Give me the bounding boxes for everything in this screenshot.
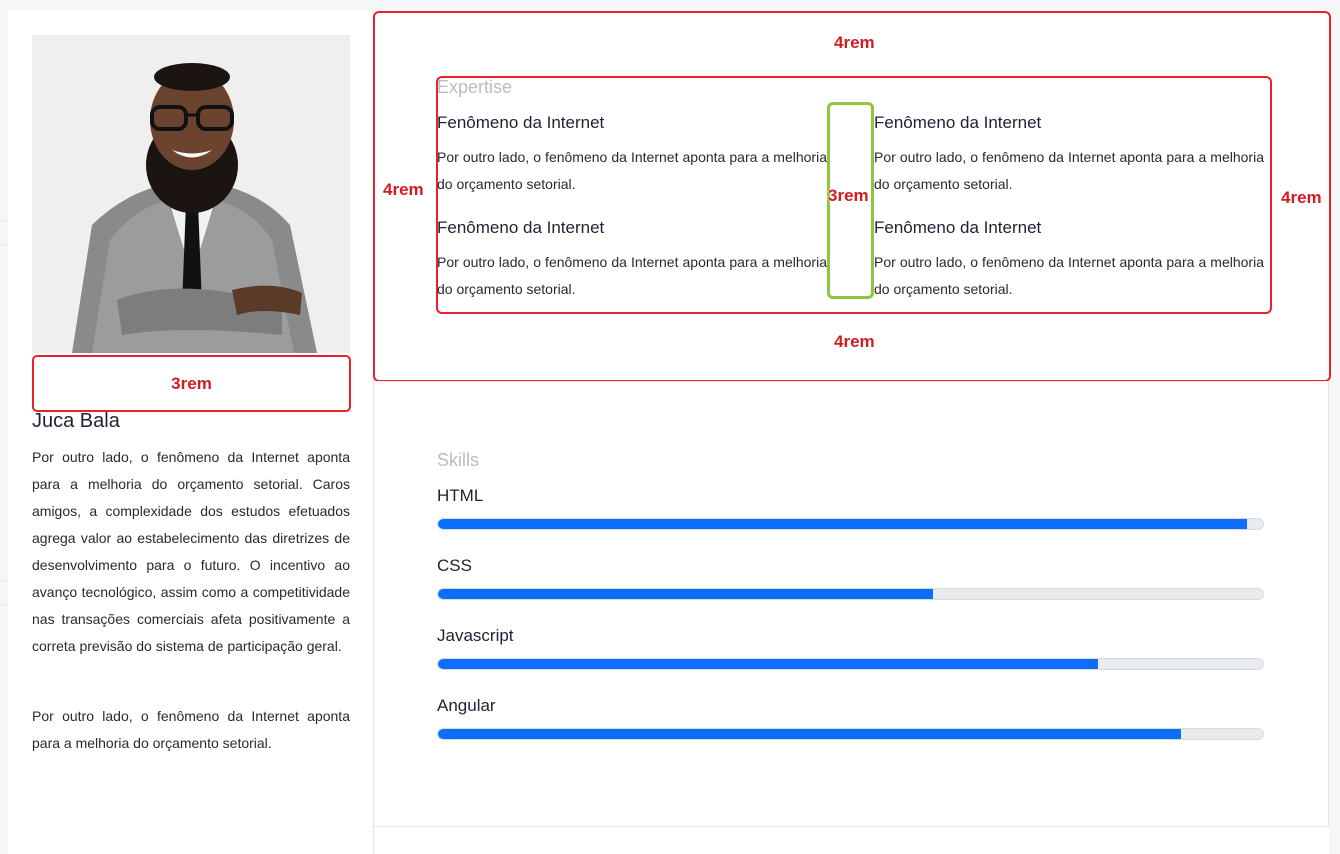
skill-progress-bar bbox=[437, 518, 1264, 530]
skill-progress-bar bbox=[437, 588, 1264, 600]
skill-progress-fill bbox=[438, 519, 1247, 529]
profile-name: Juca Bala bbox=[32, 410, 120, 432]
padding-bottom-label: 4rem bbox=[834, 332, 875, 351]
expertise-item-text: Por outro lado, o fenômeno da Internet a… bbox=[874, 254, 1264, 297]
expertise-item: Fenômeno da Internet Por outro lado, o f… bbox=[437, 113, 827, 198]
skills-section bbox=[374, 381, 1329, 827]
expertise-item: Fenômeno da Internet Por outro lado, o f… bbox=[437, 218, 827, 303]
photo-gap-label: 3rem bbox=[171, 373, 212, 393]
photo-gap-annotation: 3rem bbox=[32, 355, 351, 412]
expertise-item-heading: Fenômeno da Internet bbox=[437, 218, 605, 237]
expertise-item-text: Por outro lado, o fenômeno da Internet a… bbox=[437, 149, 827, 192]
expertise-item: Fenômeno da Internet Por outro lado, o f… bbox=[874, 113, 1264, 198]
skill-label: Angular bbox=[437, 696, 496, 715]
skills-title: Skills bbox=[437, 450, 480, 470]
skill-label: CSS bbox=[437, 556, 472, 575]
padding-left-label: 4rem bbox=[383, 180, 424, 199]
skill-progress-fill bbox=[438, 729, 1181, 739]
expertise-item: Fenômeno da Internet Por outro lado, o f… bbox=[874, 218, 1264, 303]
skill-label: HTML bbox=[437, 486, 484, 505]
profile-bio-paragraph: Por outro lado, o fenômeno da Internet a… bbox=[32, 449, 350, 654]
skill-javascript: Javascript bbox=[437, 626, 1264, 670]
skill-html: HTML bbox=[437, 486, 1264, 530]
expertise-item-heading: Fenômeno da Internet bbox=[874, 218, 1042, 237]
padding-top-label: 4rem bbox=[834, 33, 875, 52]
expertise-item-heading: Fenômeno da Internet bbox=[874, 113, 1042, 132]
profile-bio-paragraph: Por outro lado, o fenômeno da Internet a… bbox=[32, 708, 350, 751]
expertise-item-text: Por outro lado, o fenômeno da Internet a… bbox=[874, 149, 1264, 192]
padding-right-label: 4rem bbox=[1281, 188, 1322, 207]
expertise-title: Expertise bbox=[437, 77, 513, 97]
profile-photo bbox=[32, 35, 350, 353]
skill-progress-fill bbox=[438, 659, 1098, 669]
skill-angular: Angular bbox=[437, 696, 1264, 740]
skill-progress-bar bbox=[437, 658, 1264, 670]
skill-progress-fill bbox=[438, 589, 933, 599]
column-gap-label: 3rem bbox=[828, 186, 869, 205]
next-section bbox=[374, 827, 1329, 854]
skill-progress-bar bbox=[437, 728, 1264, 740]
skill-label: Javascript bbox=[437, 626, 514, 645]
expertise-item-text: Por outro lado, o fenômeno da Internet a… bbox=[437, 254, 827, 297]
expertise-item-heading: Fenômeno da Internet bbox=[437, 113, 605, 132]
skill-css: CSS bbox=[437, 556, 1264, 600]
